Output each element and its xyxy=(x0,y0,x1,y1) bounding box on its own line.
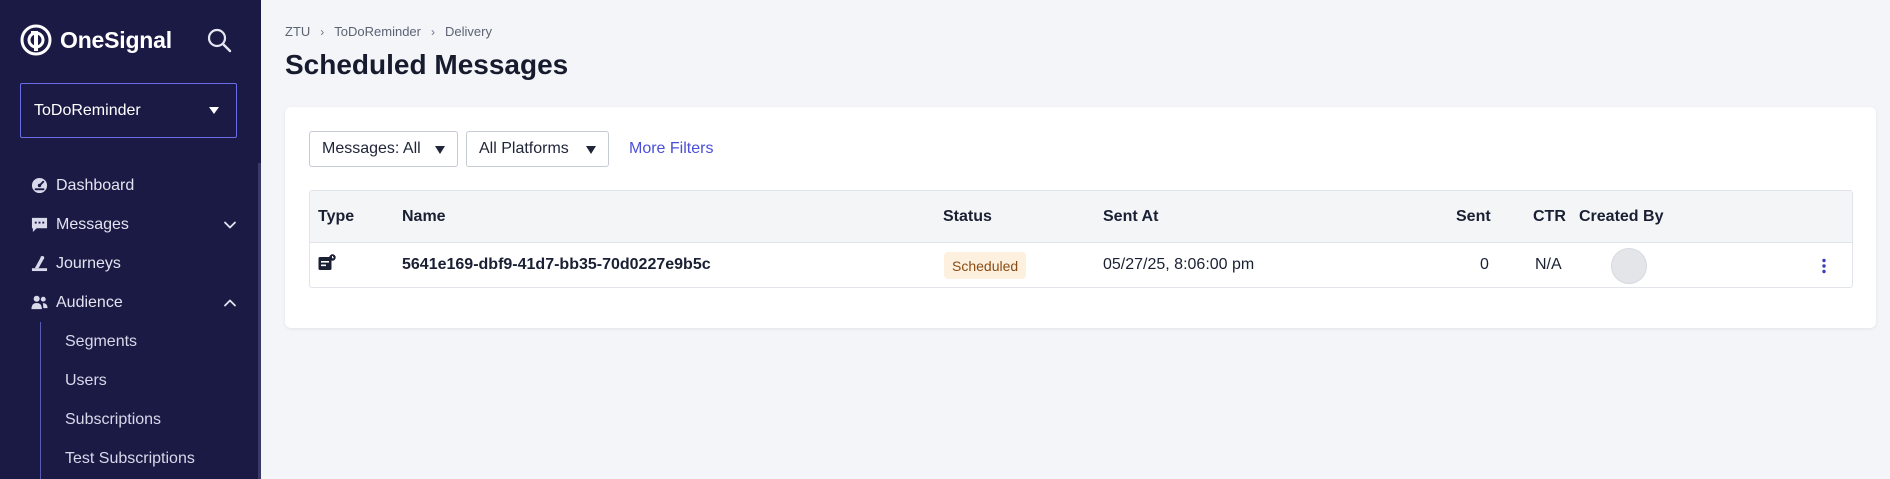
sent-at-value: 05/27/25, 8:06:00 pm xyxy=(1103,256,1255,273)
main-content: ZTU › ToDoReminder › Delivery Scheduled … xyxy=(261,0,1890,479)
caret-down-icon xyxy=(586,146,596,154)
sidebar-item-test-subscriptions[interactable]: Test Subscriptions xyxy=(0,439,258,478)
table-header: Type Name Status Sent At Sent CTR Create… xyxy=(310,191,1852,243)
breadcrumb-org[interactable]: ZTU xyxy=(285,24,310,39)
column-header-name[interactable]: Name xyxy=(402,208,446,226)
search-icon[interactable] xyxy=(206,27,232,53)
sidebar-item-segments[interactable]: Segments xyxy=(0,322,258,361)
platforms-filter-dropdown[interactable]: All Platforms xyxy=(466,131,609,167)
avatar xyxy=(1611,248,1647,284)
messages-icon xyxy=(31,217,48,233)
submenu-guide-line xyxy=(40,322,41,479)
breadcrumb: ZTU › ToDoReminder › Delivery xyxy=(285,24,492,39)
sidebar-item-audience[interactable]: Audience xyxy=(0,283,258,322)
column-header-sent-at[interactable]: Sent At xyxy=(1103,208,1158,226)
sidebar-item-subscriptions[interactable]: Subscriptions xyxy=(0,400,258,439)
status-badge: Scheduled xyxy=(944,252,1027,279)
caret-down-icon xyxy=(435,146,445,154)
journeys-icon xyxy=(31,255,48,272)
sidebar-item-label: Dashboard xyxy=(56,176,135,194)
app-selector[interactable]: ToDoReminder xyxy=(20,83,237,138)
sidebar-item-users[interactable]: Users xyxy=(0,361,258,400)
more-filters-link[interactable]: More Filters xyxy=(629,140,713,158)
chevron-down-icon[interactable] xyxy=(223,218,237,232)
chevron-right-icon: › xyxy=(430,24,435,39)
platforms-filter-label: All Platforms xyxy=(479,140,569,157)
sidebar-item-messages[interactable]: Messages xyxy=(0,205,258,244)
sidebar-item-journeys[interactable]: Journeys xyxy=(0,244,258,283)
audience-submenu: Segments Users Subscriptions Test Subscr… xyxy=(0,322,258,479)
messages-table: Type Name Status Sent At Sent CTR Create… xyxy=(309,190,1853,288)
chevron-right-icon: › xyxy=(320,24,325,39)
message-schedule-icon xyxy=(318,254,336,270)
sidebar-nav: Dashboard Messages Journeys Audience Seg… xyxy=(0,166,258,479)
column-header-status[interactable]: Status xyxy=(943,208,992,226)
sidebar-item-label: Messages xyxy=(56,215,129,233)
brand-name: OneSignal xyxy=(60,26,172,53)
message-name[interactable]: 5641e169-dbf9-41d7-bb35-70d0227e9b5c xyxy=(402,256,711,274)
caret-down-icon xyxy=(209,107,219,114)
ctr-value: N/A xyxy=(1535,256,1562,273)
sidebar-item-label: Audience xyxy=(56,293,123,311)
breadcrumb-app[interactable]: ToDoReminder xyxy=(334,24,421,39)
more-actions-icon[interactable] xyxy=(1815,256,1833,276)
sidebar: OneSignal ToDoReminder Dashboard Message… xyxy=(0,0,261,479)
column-header-sent[interactable]: Sent xyxy=(1456,208,1491,226)
column-header-ctr[interactable]: CTR xyxy=(1533,208,1566,226)
sidebar-item-dashboard[interactable]: Dashboard xyxy=(0,166,258,205)
breadcrumb-section[interactable]: Delivery xyxy=(445,24,492,39)
app-selector-value: ToDoReminder xyxy=(34,101,141,119)
sent-count-value: 0 xyxy=(1480,256,1489,273)
audience-icon xyxy=(31,295,48,310)
dashboard-icon xyxy=(31,177,48,194)
brand[interactable]: OneSignal xyxy=(20,24,172,56)
column-header-type[interactable]: Type xyxy=(318,208,354,226)
sidebar-item-label: Journeys xyxy=(56,254,121,272)
page-title: Scheduled Messages xyxy=(285,49,569,80)
messages-card: Messages: All All Platforms More Filters… xyxy=(285,107,1876,328)
onesignal-logo-icon xyxy=(20,24,52,56)
chevron-up-icon[interactable] xyxy=(223,296,237,310)
table-row[interactable]: 5641e169-dbf9-41d7-bb35-70d0227e9b5c Sch… xyxy=(310,243,1852,288)
messages-filter-label: Messages: All xyxy=(322,140,421,157)
messages-filter-dropdown[interactable]: Messages: All xyxy=(309,131,458,167)
column-header-created-by[interactable]: Created By xyxy=(1579,208,1663,226)
